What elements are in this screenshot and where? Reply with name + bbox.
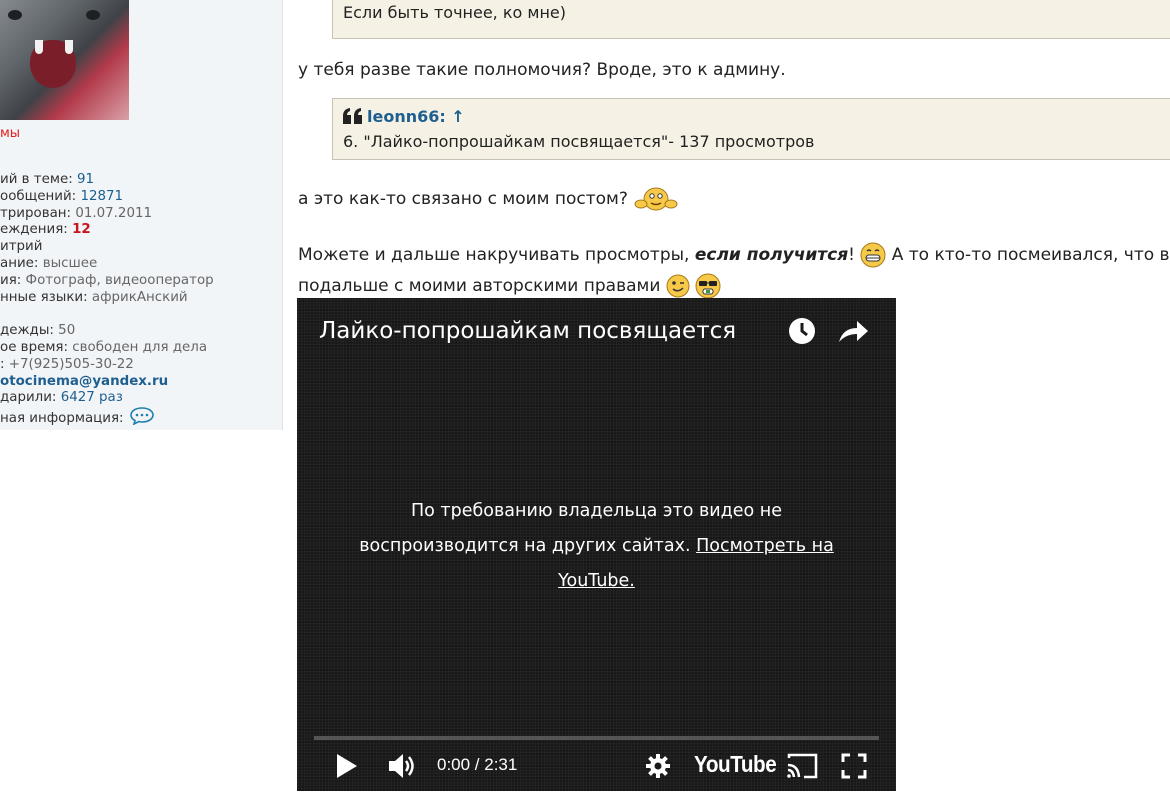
share-icon[interactable]: [837, 316, 869, 346]
stat-label: ообщений:: [0, 188, 77, 204]
stat-label: дарили:: [0, 390, 57, 406]
play-icon[interactable]: [335, 753, 359, 779]
chat-bubble-icon[interactable]: [129, 407, 154, 426]
grin-smiley-icon: [860, 242, 886, 268]
avatar-eye: [8, 10, 22, 20]
profile-stat-row: : +7(925)505-30-22: [0, 357, 214, 374]
profile-stat-row: дежды: 50: [0, 323, 214, 340]
quote-icon: [343, 108, 362, 124]
stat-value[interactable]: otocinema@yandex.ru: [0, 374, 168, 389]
quote-header: leonn66: ↑: [343, 105, 1160, 129]
stat-value: +7(925)505-30-22: [8, 356, 134, 372]
cast-icon[interactable]: [786, 753, 818, 779]
profile-stat-row: [0, 306, 214, 323]
quote-text: 6. "Лайко-попрошайкам посвящается"- 137 …: [343, 132, 815, 151]
stat-value: Фотограф, видеооператор: [25, 272, 214, 288]
stat-value: африкАнский: [91, 289, 188, 305]
video-title[interactable]: Лайко-попрошайкам посвящается: [319, 318, 736, 344]
stat-value: высшее: [42, 255, 98, 271]
post-text-span: Можете и дальше накручивать просмотры,: [298, 245, 695, 265]
profile-stat-row: ия: Фотограф, видеооператор: [0, 273, 214, 290]
stat-label: ание:: [0, 255, 39, 271]
profile-stat-row: ий в теме: 91: [0, 172, 214, 189]
profile-stat-row: трирован: 01.07.2011: [0, 206, 214, 223]
fullscreen-icon[interactable]: [841, 753, 867, 779]
profile-stat-row: еждения: 12: [0, 222, 214, 239]
post-text-span: !: [848, 245, 861, 265]
avatar[interactable]: [0, 0, 129, 120]
profile-stat-row: ная информация:: [0, 407, 214, 427]
quote-block: leonn66: ↑ 6. "Лайко-попрошайкам посвяща…: [332, 98, 1170, 160]
stat-label: дежды:: [0, 323, 54, 339]
wink-smiley-icon: [666, 274, 690, 298]
stat-label: ия:: [0, 272, 22, 288]
stat-value[interactable]: 91: [77, 172, 94, 187]
thinking-smiley-icon: [634, 187, 678, 211]
settings-icon[interactable]: [645, 753, 671, 779]
stat-value[interactable]: 6427 раз: [61, 390, 123, 405]
profile-stat-row: ое время: свободен для дела: [0, 340, 214, 357]
stat-value: свободен для дела: [72, 339, 208, 355]
volume-icon[interactable]: [387, 752, 417, 780]
quote-block: Если быть точнее, ко мне): [332, 0, 1170, 39]
post-text-span: а это как-то связано с моим постом?: [298, 189, 628, 209]
watch-later-icon[interactable]: [787, 316, 817, 346]
stat-label: трирован:: [0, 205, 72, 221]
post-text: а это как-то связано с моим постом?: [298, 184, 679, 215]
post-text-span: подальше с моими авторскими правами: [298, 276, 666, 296]
stat-label: :: [0, 356, 5, 372]
profile-stats: ий в теме: 91 ообщений: 12871 трирован: 01…: [0, 172, 214, 427]
profile-stat-row: нные языки: африкАнский: [0, 290, 214, 307]
stat-label: ная информация:: [0, 411, 124, 427]
video-player[interactable]: Лайко-попрошайкам посвящается По требова…: [297, 298, 896, 791]
video-unavailable-message: По требованию владельца это видео не вос…: [337, 494, 856, 599]
stat-label: итрий: [0, 239, 43, 255]
post-text-span: А то кто-то посмеивался, что в: [886, 245, 1170, 265]
post-text: у тебя разве такие полномочия? Вроде, эт…: [298, 60, 786, 80]
quote-author-link[interactable]: leonn66:: [367, 107, 446, 126]
avatar-eye: [86, 10, 100, 20]
stat-value: 01.07.2011: [75, 205, 152, 221]
avatar-tooth: [65, 40, 73, 54]
post-body: Если быть точнее, ко мне) у тебя разве т…: [282, 0, 1170, 800]
stat-label: еждения:: [0, 222, 68, 238]
profile-stat-row: ание: высшее: [0, 256, 214, 273]
username[interactable]: мы: [0, 126, 20, 141]
youtube-logo[interactable]: YouTube: [694, 751, 777, 778]
stat-value: 12: [72, 222, 91, 238]
progress-bar[interactable]: [314, 736, 879, 740]
jump-to-post-link[interactable]: ↑: [451, 107, 464, 126]
user-sidebar: мы ий в теме: 91 ообщений: 12871 трирован:…: [0, 0, 283, 430]
profile-stat-row: дарили: 6427 раз: [0, 390, 214, 407]
video-time: 0:00 / 2:31: [437, 755, 518, 774]
cool-smiley-icon: [695, 273, 721, 299]
stat-label: ое время:: [0, 339, 68, 355]
stat-value: 50: [58, 323, 76, 339]
profile-stat-row: итрий: [0, 239, 214, 256]
profile-stat-row: ообщений: 12871: [0, 189, 214, 206]
avatar-tooth: [35, 40, 43, 54]
post-text: Можете и дальше накручивать просмотры, е…: [298, 240, 1170, 271]
stat-value[interactable]: 12871: [80, 189, 123, 204]
profile-stat-row: otocinema@yandex.ru: [0, 374, 214, 391]
stat-label: нные языки:: [0, 289, 88, 305]
stat-label: ий в теме:: [0, 172, 73, 187]
emphasis-text: если получится: [694, 245, 849, 265]
quote-text: Если быть точнее, ко мне): [343, 3, 566, 22]
